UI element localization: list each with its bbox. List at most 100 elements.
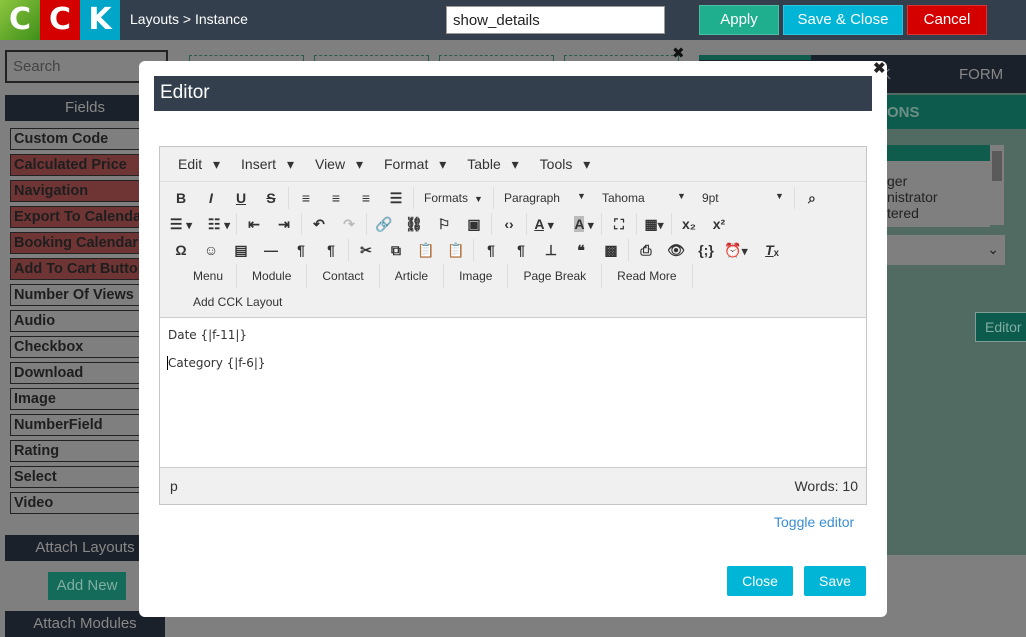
- italic-icon[interactable]: I: [196, 190, 226, 206]
- word-count: Words: 10: [794, 478, 858, 494]
- media-icon[interactable]: ▤: [226, 242, 256, 259]
- numbered-list-icon[interactable]: ☷ ▾: [204, 216, 234, 233]
- close-button[interactable]: Close: [727, 566, 793, 596]
- editor-menubar: Edit ▾ Insert ▾ View ▾ Format ▾ Table ▾ Tools…: [160, 147, 866, 182]
- save-button[interactable]: Save: [804, 566, 866, 596]
- image-icon[interactable]: ▣: [459, 216, 489, 233]
- cut-icon[interactable]: ✂: [351, 242, 381, 259]
- add-new-button[interactable]: Add New: [48, 572, 126, 600]
- show-blocks-icon[interactable]: ¶: [476, 242, 506, 258]
- print-icon[interactable]: ⎙: [631, 242, 661, 259]
- text-color-icon[interactable]: A ▾: [529, 216, 559, 232]
- layout-name-input[interactable]: [446, 6, 665, 34]
- content-line: Date {|f-11|}: [168, 328, 248, 342]
- toolbar-row-4: Menu Module Contact Article Image Page Break R…: [160, 263, 693, 289]
- justify-icon[interactable]: ☰: [381, 190, 411, 207]
- editor-statusbar: p Words: 10: [160, 468, 866, 505]
- remove-icon[interactable]: ✖: [672, 44, 685, 62]
- select-dropdown[interactable]: ⌄: [887, 235, 1005, 265]
- menu-format[interactable]: Format ▾: [370, 147, 453, 181]
- special-char-icon[interactable]: Ω: [166, 242, 196, 258]
- rich-text-editor: Edit ▾ Insert ▾ View ▾ Format ▾ Table ▾ Tools…: [159, 146, 867, 505]
- bold-icon[interactable]: B: [166, 190, 196, 206]
- fullscreen-icon[interactable]: ⛶: [604, 216, 634, 233]
- font-family-dropdown[interactable]: Tahoma ▼: [594, 191, 694, 205]
- toggle-editor-link[interactable]: Toggle editor: [774, 514, 854, 530]
- indent-icon[interactable]: ⇥: [269, 216, 299, 233]
- menu-insert[interactable]: Insert ▾: [227, 147, 301, 181]
- background-color-icon[interactable]: A ▾: [569, 216, 599, 232]
- rtl-icon[interactable]: ¶: [316, 242, 346, 258]
- blockquote-icon[interactable]: ❝: [566, 242, 596, 259]
- toolbar-row-3: Ω ☺ ▤ — ¶ ¶ ✂ ⧉ 📋 📋 ¶ ¶ ⊥ ❝ ▩ ⎙ 👁 {;} ⏰▾…: [160, 237, 787, 263]
- formats-dropdown[interactable]: Formats ▼: [416, 191, 491, 205]
- align-right-icon[interactable]: ≡: [351, 190, 381, 206]
- menu-table[interactable]: Table ▾: [453, 147, 525, 181]
- unlink-icon[interactable]: ⛓: [399, 216, 429, 233]
- outdent-icon[interactable]: ⇤: [239, 216, 269, 233]
- top-bar: C C K Layouts > Instance Apply Save & Cl…: [0, 0, 1026, 40]
- bookmark-icon[interactable]: ⚐: [429, 216, 459, 233]
- insert-contact-button[interactable]: Contact: [307, 264, 380, 288]
- subscript-icon[interactable]: x₂: [674, 216, 704, 232]
- cancel-button[interactable]: Cancel: [907, 5, 987, 35]
- visual-chars-icon[interactable]: ¶: [506, 242, 536, 258]
- paste-text-icon[interactable]: 📋: [441, 242, 471, 259]
- editor-content[interactable]: Date {|f-11|} Category {|f-6|}: [160, 317, 866, 468]
- element-path[interactable]: p: [170, 478, 178, 494]
- bullet-list-icon[interactable]: ☰ ▾: [166, 216, 196, 233]
- save-close-button[interactable]: Save & Close: [783, 5, 903, 35]
- insert-image-button[interactable]: Image: [444, 264, 509, 288]
- menu-tools[interactable]: Tools ▾: [526, 147, 598, 181]
- link-icon[interactable]: 🔗: [369, 216, 399, 233]
- menu-label: Insert: [241, 156, 277, 172]
- insert-datetime-icon[interactable]: ⏰▾: [721, 242, 751, 259]
- ltr-icon[interactable]: ¶: [286, 242, 316, 258]
- copy-icon[interactable]: ⧉: [381, 242, 411, 259]
- clear-formatting-icon[interactable]: Tₓ: [757, 242, 787, 258]
- toolbar-row-1: B I U S ≡ ≡ ≡ ☰ Formats ▼ Paragraph ▼ Taho…: [160, 185, 827, 211]
- strikethrough-icon[interactable]: S: [256, 190, 286, 206]
- logo-letter: C: [0, 0, 40, 40]
- modal-title: Editor: [154, 76, 872, 111]
- font-size-dropdown[interactable]: 9pt ▼: [694, 191, 792, 205]
- tab-form[interactable]: FORM: [959, 66, 1003, 83]
- insert-module-button[interactable]: Module: [237, 264, 308, 288]
- insert-menu-button[interactable]: Menu: [180, 264, 238, 288]
- close-icon[interactable]: ✖: [873, 59, 886, 77]
- editor-modal: ✖ Editor Edit ▾ Insert ▾ View ▾ Format ▾ Tab…: [139, 59, 887, 617]
- emoticons-icon[interactable]: ☺: [196, 242, 226, 258]
- align-left-icon[interactable]: ≡: [291, 190, 321, 206]
- insert-page-break-button[interactable]: Page Break: [508, 264, 603, 288]
- logo-letter: C: [40, 0, 80, 40]
- table-icon[interactable]: ▦▾: [639, 216, 669, 233]
- menu-edit[interactable]: Edit ▾: [164, 147, 227, 181]
- logo-letter: K: [80, 0, 120, 40]
- template-icon[interactable]: ▩: [596, 242, 626, 259]
- apply-button[interactable]: Apply: [699, 5, 779, 35]
- code-sample-icon[interactable]: {;}: [691, 242, 721, 258]
- underline-icon[interactable]: U: [226, 190, 256, 206]
- access-list[interactable]: ger nistrator tered: [887, 145, 990, 227]
- insert-add-cck-layout-button[interactable]: Add CCK Layout: [180, 290, 295, 314]
- undo-icon[interactable]: ↶: [304, 216, 334, 233]
- menu-label: Format: [384, 156, 429, 172]
- align-center-icon[interactable]: ≡: [321, 190, 351, 206]
- insert-read-more-button[interactable]: Read More: [602, 264, 693, 288]
- horizontal-rule-icon[interactable]: —: [256, 242, 286, 258]
- menu-view[interactable]: View ▾: [301, 147, 370, 181]
- editor-button[interactable]: Editor: [975, 312, 1026, 342]
- redo-icon[interactable]: ↷: [334, 216, 364, 233]
- block-format-dropdown[interactable]: Paragraph ▼: [496, 191, 594, 205]
- superscript-icon[interactable]: x²: [704, 216, 734, 232]
- code-icon[interactable]: ‹›: [494, 216, 524, 232]
- paste-icon[interactable]: 📋: [411, 242, 441, 259]
- preview-icon[interactable]: 👁: [661, 242, 691, 259]
- insert-icon[interactable]: ⊥: [536, 242, 566, 259]
- find-replace-icon[interactable]: ⌕: [797, 190, 827, 207]
- insert-article-button[interactable]: Article: [380, 264, 445, 288]
- scrollbar[interactable]: [990, 145, 1004, 225]
- toolbar-row-5: Add CCK Layout: [160, 289, 295, 315]
- menu-label: View: [314, 156, 346, 172]
- content-line: Category {|f-6|}: [167, 356, 858, 370]
